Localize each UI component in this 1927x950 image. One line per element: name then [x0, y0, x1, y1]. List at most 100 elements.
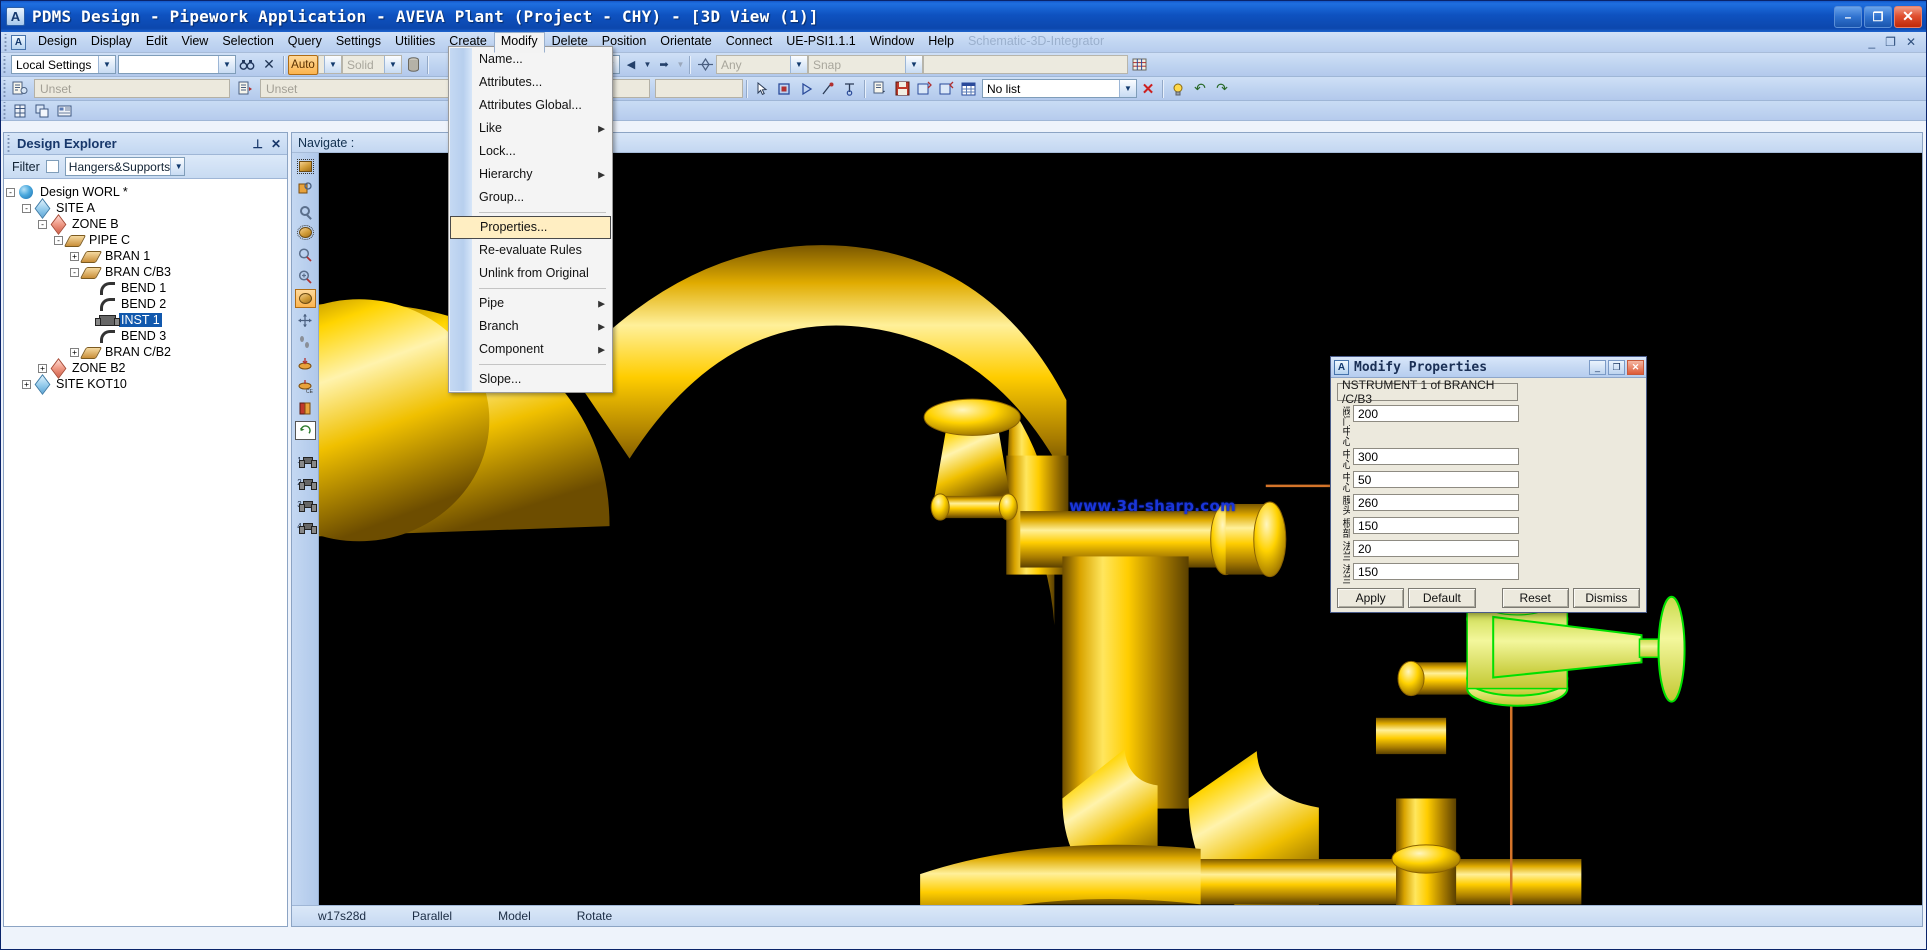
property-value-input[interactable]: 260 [1353, 494, 1519, 511]
examine-icon[interactable] [295, 179, 316, 198]
menu-item-unlink-from-original[interactable]: Unlink from Original [449, 262, 612, 285]
dismiss-button[interactable]: Dismiss [1572, 588, 1640, 608]
collapse-icon[interactable]: - [70, 267, 79, 277]
delete-list-icon[interactable]: ✕ [1137, 79, 1159, 99]
refresh-icon[interactable] [294, 421, 316, 441]
snap-mode-combo[interactable]: Snap ▼ [808, 55, 923, 74]
filter-checkbox[interactable] [45, 160, 59, 173]
aux-field[interactable] [655, 79, 743, 98]
property-value-input[interactable]: 50 [1353, 471, 1519, 488]
menu-item-group[interactable]: Group... [449, 186, 612, 209]
menu-ue-psi[interactable]: UE-PSI1.1.1 [779, 32, 862, 52]
view-4-icon[interactable]: 4 [295, 517, 317, 536]
representation-combo[interactable]: Solid ▼ [342, 55, 402, 74]
collapse-icon[interactable]: - [38, 219, 47, 229]
measure-icon[interactable] [839, 79, 861, 99]
property-value-input[interactable]: 150 [1353, 517, 1519, 534]
property-value-input[interactable]: 200 [1353, 405, 1519, 422]
copy-icon[interactable] [31, 102, 53, 119]
remove-icon[interactable] [295, 201, 316, 220]
menu-display[interactable]: Display [84, 32, 139, 52]
mdi-restore-button[interactable]: ❐ [1885, 35, 1896, 49]
report-icon[interactable] [53, 102, 75, 119]
collapse-icon[interactable]: - [6, 187, 15, 197]
auto-toggle-button[interactable]: Auto [288, 54, 318, 75]
dialog-close-button[interactable]: ✕ [1627, 359, 1644, 375]
look-from-icon[interactable] [295, 355, 316, 374]
navigate-back-icon[interactable]: ◀ [620, 55, 642, 75]
tree-node[interactable]: - BRAN C/B3 [6, 264, 287, 280]
menu-view[interactable]: View [174, 32, 215, 52]
walk-icon[interactable] [294, 289, 316, 309]
dialog-maximize-button[interactable]: ❐ [1608, 359, 1625, 375]
pick-point-icon[interactable] [817, 79, 839, 99]
close-icon[interactable]: ✕ [271, 137, 281, 151]
menu-help[interactable]: Help [921, 32, 961, 52]
view-3-icon[interactable]: 3 [295, 495, 317, 514]
color-swatch-combo[interactable]: ▼ [318, 55, 342, 74]
menu-selection[interactable]: Selection [215, 32, 280, 52]
menu-settings[interactable]: Settings [329, 32, 388, 52]
toolbar-grip-3[interactable] [2, 102, 9, 119]
snap-extra-combo[interactable] [923, 55, 1128, 74]
pointer-select-icon[interactable] [751, 79, 773, 99]
undo-icon[interactable]: ↶ [1189, 79, 1211, 99]
reset-button[interactable]: Reset [1501, 588, 1569, 608]
apply-button[interactable]: Apply [1337, 588, 1405, 608]
property-value-input[interactable]: 300 [1353, 448, 1519, 465]
tree-node[interactable]: - Design WORL * [6, 184, 287, 200]
grid-icon[interactable] [1128, 55, 1150, 75]
menu-item-component[interactable]: Component ▶ [449, 338, 612, 361]
expand-icon[interactable]: + [70, 347, 79, 357]
property-value-input[interactable]: 150 [1353, 563, 1519, 580]
zoom-out-icon[interactable] [295, 245, 316, 264]
menu-query[interactable]: Query [281, 32, 329, 52]
menu-item-hierarchy[interactable]: Hierarchy ▶ [449, 163, 612, 186]
menu-item-attributes-global[interactable]: Attributes Global... [449, 94, 612, 117]
snap-target-icon[interactable] [694, 55, 716, 75]
tree-node[interactable]: + BRAN C/B2 [6, 344, 287, 360]
list-grid-icon[interactable] [957, 79, 979, 99]
tree-node[interactable]: BEND 2 [6, 296, 287, 312]
settings-scope-combo[interactable]: Local Settings ▼ [11, 55, 116, 74]
menu-modify[interactable]: Modify [493, 31, 545, 53]
zoom-in-icon[interactable] [295, 267, 316, 286]
cylinder-icon[interactable] [402, 55, 424, 75]
property-value-input[interactable]: 20 [1353, 540, 1519, 557]
expand-icon[interactable]: + [22, 379, 31, 389]
toolbar-grip-2[interactable] [2, 80, 9, 97]
toolbar-grip-1[interactable] [2, 56, 9, 73]
menubar-grip[interactable] [3, 33, 10, 51]
menu-item-properties[interactable]: Properties... [450, 216, 611, 239]
redo-icon[interactable]: ↷ [1211, 79, 1233, 99]
menu-item-like[interactable]: Like ▶ [449, 117, 612, 140]
unset-field-1[interactable]: Unset [34, 79, 230, 98]
back-dropdown-icon[interactable]: ▼ [642, 55, 653, 75]
menu-item-slope[interactable]: Slope... [449, 368, 612, 391]
find-icon[interactable] [236, 55, 258, 75]
pin-icon[interactable]: ⊥ [252, 137, 262, 151]
pan-icon[interactable] [295, 311, 316, 330]
navigate-forward-icon[interactable]: ➡ [653, 55, 675, 75]
menu-window[interactable]: Window [863, 32, 921, 52]
element-search-combo[interactable]: ▼ [118, 55, 236, 74]
explorer-grip[interactable] [6, 135, 13, 152]
collapse-icon[interactable]: - [54, 235, 63, 245]
paste-list-icon[interactable] [869, 79, 891, 99]
dialog-minimize-button[interactable]: _ [1589, 359, 1606, 375]
list-attributes-icon[interactable] [235, 79, 257, 99]
expand-icon[interactable]: + [38, 363, 47, 373]
add-to-drawlist-icon[interactable] [295, 157, 316, 176]
default-button[interactable]: Default [1408, 588, 1476, 608]
filter-type-combo[interactable]: Hangers&Supports ▼ [64, 157, 185, 176]
clear-search-icon[interactable]: ✕ [258, 55, 280, 75]
list-selector-combo[interactable]: No list ▼ [982, 79, 1137, 98]
menu-design[interactable]: Design [31, 32, 84, 52]
copy-attributes-icon[interactable] [9, 79, 31, 99]
step-icon[interactable] [295, 333, 316, 352]
tree-node[interactable]: - ZONE B [6, 213, 287, 235]
expand-icon[interactable]: + [70, 251, 79, 261]
play-icon[interactable] [795, 79, 817, 99]
menu-edit[interactable]: Edit [139, 32, 175, 52]
mdi-close-button[interactable]: ✕ [1906, 35, 1916, 49]
